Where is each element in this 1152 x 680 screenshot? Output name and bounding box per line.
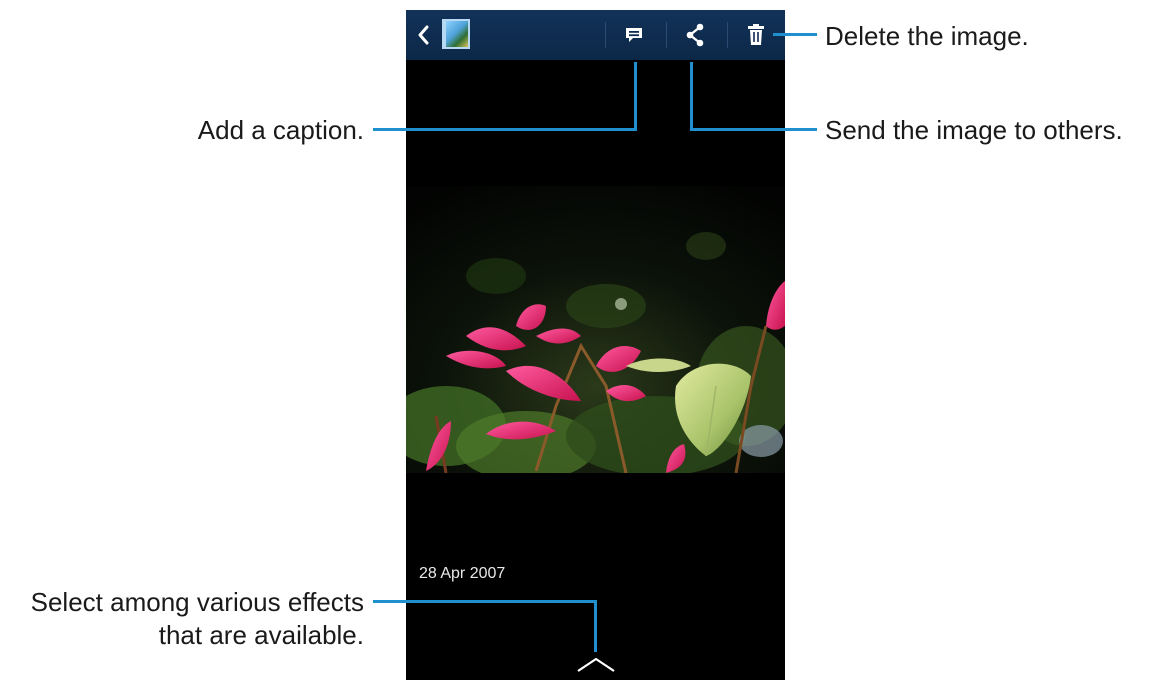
callout-delete: Delete the image. [825, 21, 1029, 51]
callout-line-share-v [690, 62, 693, 131]
share-button[interactable] [679, 19, 711, 51]
delete-button[interactable] [740, 19, 772, 51]
callout-effects-line1: Select among various effects [30, 587, 364, 617]
callout-effects-line2: that are available. [158, 620, 364, 650]
callout-line-share-h [690, 128, 817, 131]
callout-line-delete [773, 33, 817, 36]
share-icon [686, 23, 704, 47]
action-separator [727, 22, 728, 48]
photo-date: 28 Apr 2007 [419, 565, 506, 582]
callout-line-effects-v [594, 600, 597, 652]
callout-line-caption-v [634, 62, 637, 131]
callout-share: Send the image to others. [825, 115, 1123, 145]
back-button[interactable] [412, 21, 434, 49]
action-bar [406, 10, 785, 60]
effects-handle[interactable] [574, 650, 618, 680]
photo[interactable] [406, 186, 785, 473]
callout-line-caption-h [373, 128, 637, 131]
comment-icon [626, 28, 642, 42]
album-thumbnail-icon[interactable] [442, 19, 470, 49]
trash-icon [748, 24, 764, 45]
action-separator [605, 22, 606, 48]
chevron-up-icon [577, 657, 615, 672]
action-separator [666, 22, 667, 48]
callout-line-effects-h [373, 600, 597, 603]
chevron-left-icon [418, 25, 429, 45]
flower-photo-image [406, 186, 785, 473]
caption-button[interactable] [618, 19, 650, 51]
callout-caption: Add a caption. [197, 115, 364, 145]
phone-screen: 28 Apr 2007 [406, 10, 785, 680]
